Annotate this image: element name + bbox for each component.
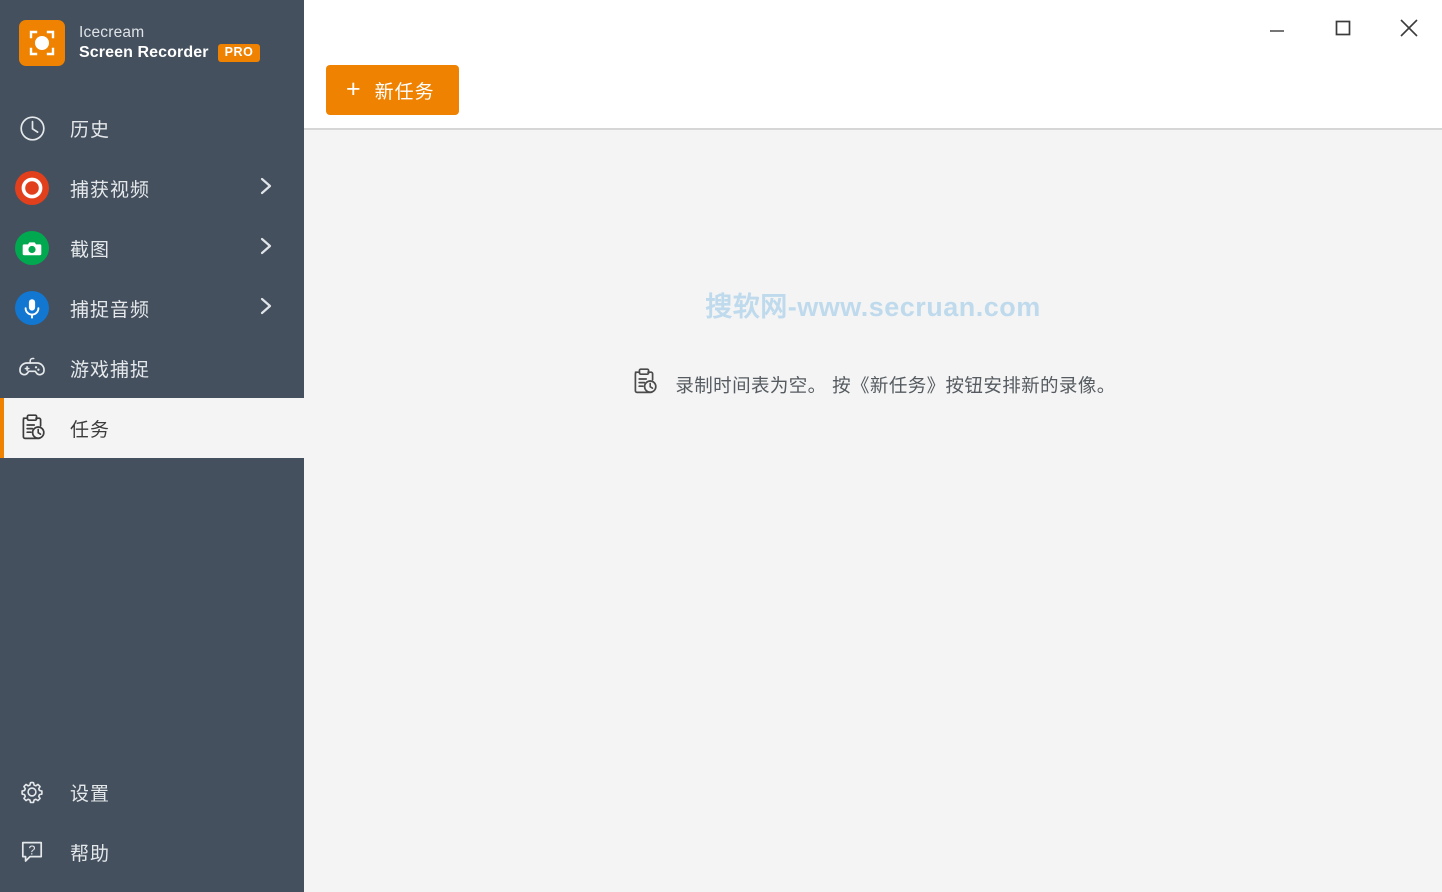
new-task-button[interactable]: + 新任务 — [326, 65, 459, 115]
main-area: + 新任务 搜软网-www.secruan.com 录制时间表为空。 按《新任务… — [304, 0, 1442, 892]
microphone-circle-icon — [12, 288, 52, 328]
camera-circle-icon — [12, 228, 52, 268]
chevron-right-icon — [258, 175, 274, 202]
gamepad-icon — [12, 348, 52, 388]
brand-header: Icecream Screen Recorder PRO — [0, 0, 304, 86]
svg-text:?: ? — [29, 843, 36, 857]
empty-state-text: 录制时间表为空。 按《新任务》按钮安排新的录像。 — [675, 374, 1116, 396]
gear-icon — [12, 772, 52, 812]
task-clipboard-clock-icon — [630, 367, 658, 402]
minimize-button[interactable] — [1244, 0, 1310, 55]
brand-line-2: Screen Recorder — [79, 43, 209, 61]
record-viewfinder-icon — [19, 20, 65, 66]
sidebar-item-history[interactable]: 历史 — [0, 98, 304, 158]
maximize-button[interactable] — [1310, 0, 1376, 55]
content-area: 搜软网-www.secruan.com 录制时间表为空。 按《新任务》按钮安排新… — [304, 130, 1442, 892]
sidebar-item-label: 历史 — [70, 119, 111, 141]
titlebar: + 新任务 — [304, 0, 1442, 130]
sidebar-bottom-nav: 设置 ? 帮助 — [0, 762, 304, 892]
sidebar-item-label: 设置 — [70, 783, 111, 805]
pro-badge: PRO — [217, 43, 261, 62]
sidebar-item-capture-video[interactable]: 捕获视频 — [0, 158, 304, 218]
record-circle-icon — [12, 168, 52, 208]
watermark: 搜软网-www.secruan.com — [705, 292, 1041, 322]
sidebar-item-label: 截图 — [70, 239, 111, 261]
window-controls — [1244, 0, 1442, 55]
sidebar-item-label: 捕获视频 — [70, 179, 151, 201]
sidebar-item-label: 任务 — [70, 419, 111, 441]
brand-line-1: Icecream — [79, 23, 145, 41]
app-window: Icecream Screen Recorder PRO 历史 捕获视频 截图 … — [0, 0, 1442, 892]
close-button[interactable] — [1376, 0, 1442, 55]
chevron-right-icon — [258, 235, 274, 262]
sidebar-item-label: 帮助 — [70, 843, 111, 865]
empty-state: 录制时间表为空。 按《新任务》按钮安排新的录像。 — [304, 367, 1442, 402]
clock-icon — [12, 108, 52, 148]
help-question-icon: ? — [12, 832, 52, 872]
sidebar-item-help[interactable]: ? 帮助 — [0, 822, 304, 882]
sidebar-nav: 历史 捕获视频 截图 捕捉音频 游戏捕捉 任务 — [0, 98, 304, 458]
sidebar: Icecream Screen Recorder PRO 历史 捕获视频 截图 … — [0, 0, 304, 892]
sidebar-item-settings[interactable]: 设置 — [0, 762, 304, 822]
sidebar-item-screenshot[interactable]: 截图 — [0, 218, 304, 278]
sidebar-item-game-capture[interactable]: 游戏捕捉 — [0, 338, 304, 398]
chevron-right-icon — [258, 295, 274, 322]
sidebar-item-label: 捕捉音频 — [70, 299, 151, 321]
task-clipboard-clock-icon — [12, 408, 52, 448]
sidebar-item-tasks[interactable]: 任务 — [0, 398, 304, 458]
sidebar-item-label: 游戏捕捉 — [70, 359, 151, 381]
new-task-label: 新任务 — [374, 81, 435, 103]
plus-icon: + — [346, 74, 361, 103]
sidebar-item-capture-audio[interactable]: 捕捉音频 — [0, 278, 304, 338]
